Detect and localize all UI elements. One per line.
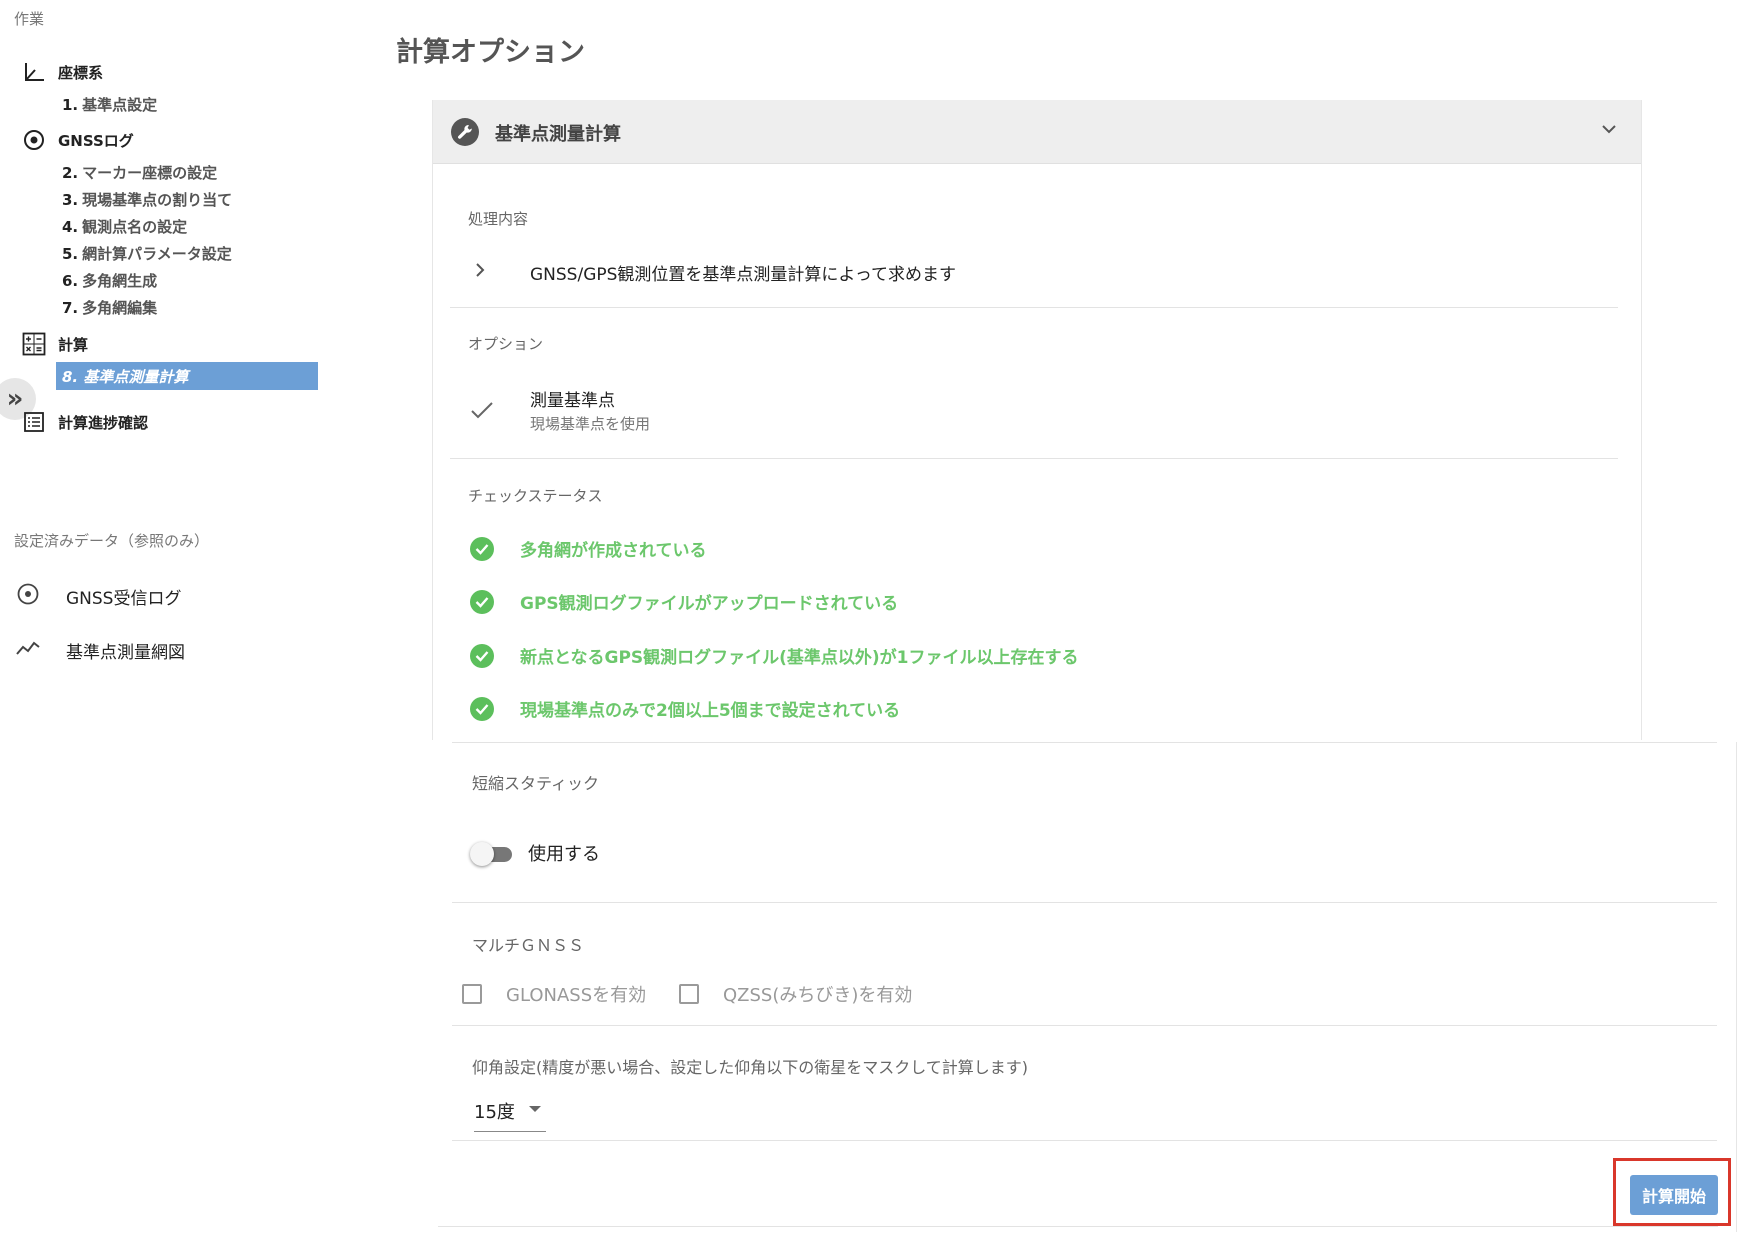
nav-group-label: 座標系	[58, 63, 104, 82]
nav-item-observation-names[interactable]: 4. 観測点名の設定	[62, 216, 187, 237]
checkmark-icon	[470, 400, 494, 424]
ref-item-gnss-log[interactable]: GNSS受信ログ	[16, 582, 181, 611]
location-pin-icon	[22, 128, 46, 152]
nav-group-progress[interactable]: 計算進捗確認	[22, 410, 148, 434]
divider	[450, 307, 1618, 308]
chevron-down-icon[interactable]	[1601, 118, 1617, 139]
checkbox-icon	[679, 984, 699, 1004]
static-toggle[interactable]	[470, 842, 514, 866]
nav-group-label: 計算	[58, 335, 89, 354]
divider	[452, 902, 1717, 903]
sidebar: 作業 座標系 1. 基準点設定 GNSSログ 2. マーカー座標の設定 3. 現場基準…	[0, 0, 330, 1233]
nav-group-coordinate[interactable]: 座標系	[22, 60, 103, 84]
option-subtitle: 現場基準点を使用	[530, 415, 651, 433]
status-check-row: 新点となるGPS観測ログファイル(基準点以外)が1ファイル以上存在する	[470, 643, 1079, 668]
axis-icon	[22, 60, 46, 84]
check-circle-icon	[470, 536, 494, 561]
nav-item-marker-coords[interactable]: 2. マーカー座標の設定	[62, 162, 217, 183]
checkbox-icon	[462, 984, 482, 1004]
divider	[438, 1226, 1718, 1227]
list-icon	[22, 410, 46, 434]
nav-group-gnss-log[interactable]: GNSSログ	[22, 128, 134, 152]
work-section-label: 作業	[14, 10, 45, 28]
line-chart-icon	[16, 636, 40, 665]
process-label: 処理内容	[468, 210, 529, 228]
nav-item-network-params[interactable]: 5. 網計算パラメータ設定	[62, 243, 232, 264]
check-circle-icon	[470, 696, 494, 721]
start-calculation-button[interactable]: 計算開始	[1630, 1175, 1718, 1215]
status-check-row: 現場基準点のみで2個以上5個まで設定されている	[470, 696, 900, 721]
panel-header[interactable]: 基準点測量計算	[433, 100, 1641, 164]
elevation-select[interactable]: 15度	[474, 1098, 546, 1132]
status-label: チェックステータス	[468, 487, 603, 505]
ref-item-network-map[interactable]: 基準点測量網図	[16, 636, 185, 665]
multi-gnss-label: マルチＧＮＳＳ	[472, 936, 585, 955]
glonass-checkbox[interactable]: GLONASSを有効	[462, 981, 646, 1007]
check-circle-icon	[470, 589, 494, 614]
check-circle-icon	[470, 643, 494, 668]
nav-group-label: GNSSログ	[58, 131, 134, 150]
nav-group-label: 計算進捗確認	[58, 413, 149, 432]
caret-down-icon	[528, 1106, 541, 1112]
reference-section-label: 設定済みデータ（参照のみ）	[14, 532, 210, 550]
page-title: 計算オプション	[396, 37, 585, 68]
nav-item-base-point[interactable]: 1. 基準点設定	[62, 94, 157, 115]
double-chevron-right-icon: »	[6, 384, 24, 414]
qzss-checkbox[interactable]: QZSS(みちびき)を有効	[679, 981, 912, 1007]
nav-group-calculation[interactable]: 計算	[22, 332, 88, 356]
divider	[452, 742, 1717, 743]
status-check-row: 多角網が作成されている	[470, 536, 707, 561]
elevation-label: 仰角設定(精度が悪い場合、設定した仰角以下の衛星をマスクして計算します)	[472, 1058, 1029, 1077]
option-title: 測量基準点	[530, 391, 615, 411]
nav-item-polygon-generate[interactable]: 6. 多角網生成	[62, 270, 157, 291]
option-label: オプション	[468, 335, 544, 353]
panel-title: 基準点測量計算	[495, 124, 621, 145]
chevron-right-icon[interactable]	[474, 262, 486, 282]
process-text: GNSS/GPS観測位置を基準点測量計算によって求めます	[530, 265, 957, 285]
status-check-row: GPS観測ログファイルがアップロードされている	[470, 589, 898, 614]
divider	[450, 458, 1618, 459]
start-button-highlight: 計算開始	[1613, 1158, 1731, 1226]
wrench-icon	[451, 118, 479, 146]
card-edge	[1736, 742, 1737, 1232]
static-toggle-label: 使用する	[528, 844, 600, 865]
static-label: 短縮スタティック	[472, 774, 600, 793]
nav-item-survey-calc-active[interactable]: 8. 基準点測量計算	[56, 362, 318, 390]
nav-item-site-points[interactable]: 3. 現場基準点の割り当て	[62, 189, 232, 210]
calculator-icon	[22, 332, 46, 356]
radio-dot-icon	[16, 582, 40, 611]
divider	[452, 1140, 1717, 1141]
divider	[452, 1025, 1717, 1026]
nav-item-polygon-edit[interactable]: 7. 多角網編集	[62, 297, 157, 318]
